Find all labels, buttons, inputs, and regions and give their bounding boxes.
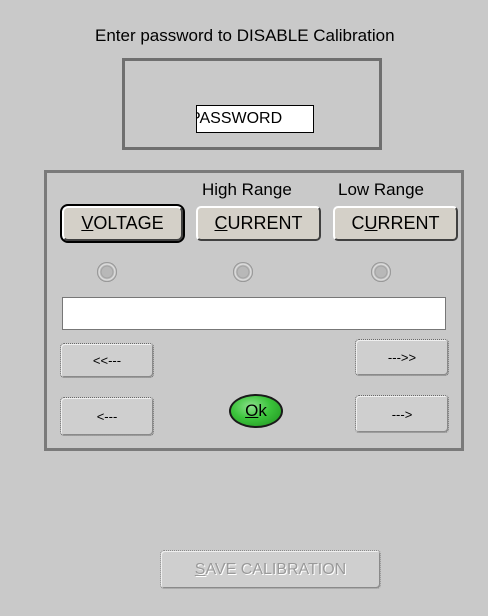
save-calibration-button[interactable]: S AVE CALIBRATION <box>160 550 381 589</box>
back-button[interactable]: <--- <box>60 397 154 436</box>
low-current-radio[interactable] <box>371 262 391 282</box>
low-current-label: RRENT <box>377 213 440 233</box>
calibration-value-field[interactable] <box>62 297 446 330</box>
ok-button[interactable]: Ok <box>229 394 283 428</box>
high-current-label: URRENT <box>227 213 303 233</box>
forward-button[interactable]: ---> <box>355 395 449 433</box>
high-range-current-button[interactable]: C URRENT <box>196 206 321 241</box>
voltage-mnemonic: V <box>81 213 94 233</box>
save-label: AVE CALIBRATION <box>205 560 347 578</box>
password-input[interactable]: PASSWORD <box>196 105 314 133</box>
password-panel <box>122 58 382 150</box>
low-current-mnemonic: U <box>364 213 378 233</box>
high-current-mnemonic: C <box>214 213 228 233</box>
voltage-button[interactable]: V OLTAGE <box>60 204 185 243</box>
password-prompt-label: Enter password to DISABLE Calibration <box>95 26 395 45</box>
low-current-prefix: C <box>351 213 365 233</box>
ok-mnemonic: O <box>245 401 259 420</box>
high-current-radio[interactable] <box>233 262 253 282</box>
high-range-label: High Range <box>202 180 292 199</box>
ok-label: k <box>258 401 267 420</box>
save-mnemonic: S <box>194 560 206 578</box>
voltage-label: OLTAGE <box>93 213 164 233</box>
low-range-label: Low Range <box>338 180 425 199</box>
fast-forward-button[interactable]: --->> <box>355 339 449 376</box>
low-range-current-button[interactable]: C U RRENT <box>333 206 458 241</box>
voltage-radio[interactable] <box>97 262 117 282</box>
fast-back-button[interactable]: <<--- <box>60 343 154 378</box>
